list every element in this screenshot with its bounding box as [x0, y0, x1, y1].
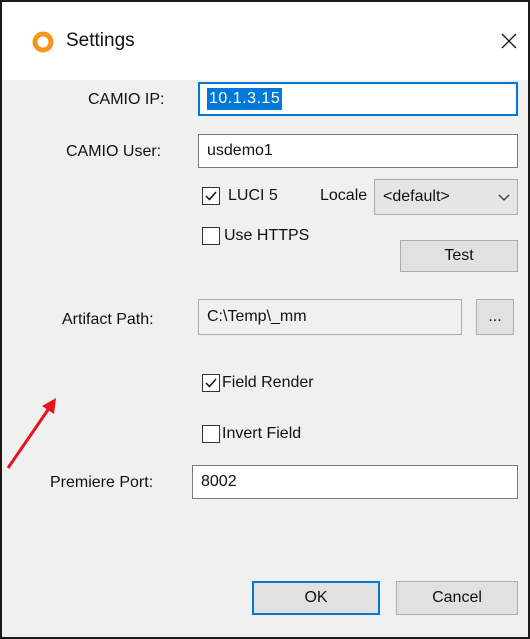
premiere-port-input[interactable]: 8002 [192, 465, 518, 499]
field-render-checkbox[interactable]: Field Render [202, 374, 314, 392]
field-render-label: Field Render [222, 374, 314, 391]
camio-ip-value: 10.1.3.15 [207, 88, 283, 110]
ok-button[interactable]: OK [252, 581, 380, 615]
camio-user-label: CAMIO User: [66, 143, 162, 160]
checkmark-icon [205, 378, 217, 388]
use-https-checkbox[interactable]: Use HTTPS [202, 227, 309, 245]
invert-field-checkbox[interactable]: Invert Field [202, 425, 301, 443]
premiere-port-label: Premiere Port: [50, 474, 154, 491]
camio-ip-input[interactable]: 10.1.3.15 [198, 82, 518, 116]
chevron-down-icon [498, 194, 510, 201]
settings-dialog: Settings CAMIO IP: 10.1.3.15 CAMIO User:… [0, 0, 530, 639]
use-https-check-box [202, 227, 220, 245]
checkmark-icon [205, 191, 217, 201]
luci5-check-box [202, 187, 220, 205]
camio-user-input[interactable]: usdemo1 [198, 134, 518, 168]
artifact-path-input[interactable]: C:\Temp\_mm [198, 299, 462, 335]
camio-ring-icon [32, 31, 54, 53]
invert-field-check-box [202, 425, 220, 443]
locale-label: Locale [320, 187, 368, 204]
locale-selected-value: <default> [383, 188, 450, 205]
title-bar: Settings [2, 2, 528, 80]
field-render-check-box [202, 374, 220, 392]
close-icon [501, 33, 517, 49]
premiere-port-value: 8002 [201, 473, 237, 490]
artifact-path-value: C:\Temp\_mm [207, 308, 307, 325]
camio-ip-label: CAMIO IP: [88, 91, 165, 108]
luci5-checkbox[interactable]: LUCI 5 [202, 187, 278, 205]
locale-select[interactable]: <default> [374, 179, 518, 215]
annotation-arrow-icon [6, 398, 56, 469]
cancel-button[interactable]: Cancel [396, 581, 518, 615]
close-button[interactable] [492, 24, 526, 58]
camio-user-value: usdemo1 [207, 142, 273, 159]
browse-button[interactable]: ... [476, 299, 514, 335]
luci5-label: LUCI 5 [228, 187, 278, 204]
use-https-label: Use HTTPS [224, 227, 310, 244]
invert-field-label: Invert Field [222, 425, 302, 442]
test-button[interactable]: Test [400, 240, 518, 272]
window-title: Settings [66, 30, 135, 51]
artifact-path-label: Artifact Path: [62, 311, 154, 328]
